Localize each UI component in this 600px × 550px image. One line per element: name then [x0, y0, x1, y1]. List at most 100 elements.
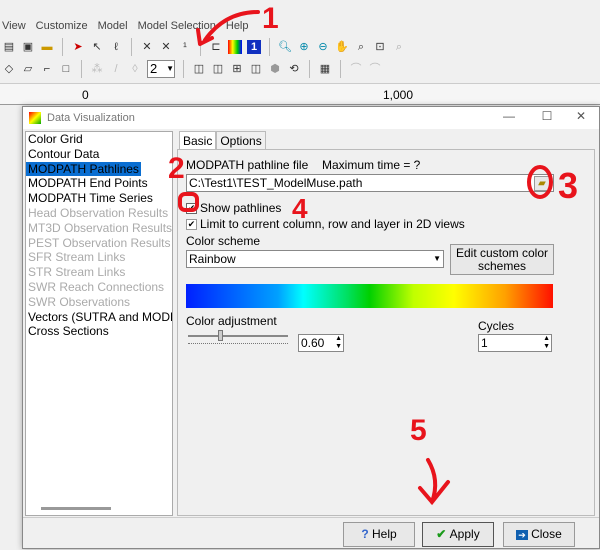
- pan-icon[interactable]: ✋: [335, 40, 349, 54]
- maximize-button[interactable]: ☐: [537, 109, 557, 123]
- list-item[interactable]: STR Stream Links: [26, 265, 172, 280]
- info-icon[interactable]: 1: [247, 40, 261, 54]
- shaded-icon[interactable]: ⬢: [268, 62, 282, 76]
- check-icon: ✔: [436, 527, 450, 541]
- close-button[interactable]: ✕: [571, 109, 591, 123]
- ruler-label: 0: [82, 88, 89, 102]
- chevron-down-icon: ▼: [433, 254, 441, 263]
- list-item[interactable]: MODPATH End Points: [26, 176, 172, 191]
- cycles-input[interactable]: 1 ▲ ▼: [478, 334, 552, 352]
- menu-customize[interactable]: Customize: [36, 20, 88, 32]
- cycles-label: Cycles: [478, 319, 515, 333]
- apply-button[interactable]: ✔ Apply: [422, 522, 494, 547]
- help-button[interactable]: ? Help: [343, 522, 415, 547]
- layer-select[interactable]: 2 ▼: [147, 60, 175, 78]
- cube2-icon[interactable]: ◫: [211, 62, 225, 76]
- polyline-icon[interactable]: ⌐: [40, 62, 54, 76]
- select-arrow-icon[interactable]: ➤: [71, 40, 85, 54]
- list-item[interactable]: SWR Observations: [26, 295, 172, 310]
- list-item[interactable]: Cross Sections: [26, 324, 172, 339]
- edit-color-schemes-button[interactable]: Edit custom color schemes: [450, 244, 554, 275]
- paste-icon[interactable]: ▣: [21, 40, 35, 54]
- show-pathlines-checkbox[interactable]: ✔: [186, 203, 197, 214]
- print-icon[interactable]: ▤: [2, 40, 16, 54]
- app-icon: [29, 112, 41, 124]
- list-item[interactable]: Vectors (SUTRA and MODF: [26, 310, 172, 325]
- menu-model[interactable]: Model: [98, 20, 128, 32]
- polygon2-icon[interactable]: ▱: [21, 62, 35, 76]
- cube-icon[interactable]: ◫: [192, 62, 206, 76]
- max-time-label: Maximum time = ?: [322, 158, 421, 172]
- shape-tool-icon[interactable]: ◊: [128, 62, 142, 76]
- list-item[interactable]: MODPATH Time Series: [26, 191, 172, 206]
- line-tool-icon[interactable]: /: [109, 62, 123, 76]
- limit-label: Limit to current column, row and layer i…: [200, 217, 465, 231]
- list-item[interactable]: Color Grid: [26, 132, 172, 147]
- select-point-icon[interactable]: ↖: [90, 40, 104, 54]
- zoom-in-icon[interactable]: ⊕: [297, 40, 311, 54]
- toolbar-2: ◇ ▱ ⌐ □ ⁂ / ◊ 2 ▼ ◫ ◫ ⊞ ◫ ⬢ ⟲ ▦ ⌒ ⌒: [0, 58, 600, 80]
- rectangle-icon[interactable]: □: [59, 62, 73, 76]
- node-icon[interactable]: ⌒: [349, 62, 363, 76]
- ruler-icon[interactable]: ▬: [40, 40, 54, 54]
- ruler-label: 1,000: [383, 88, 414, 102]
- cube3-icon[interactable]: ⊞: [230, 62, 244, 76]
- color-scheme-label: Color scheme: [186, 234, 261, 248]
- cube4-icon[interactable]: ◫: [249, 62, 263, 76]
- limit-checkbox[interactable]: ✔: [186, 219, 197, 230]
- vertex-value-icon[interactable]: ¹: [178, 40, 192, 54]
- pathline-file-input[interactable]: C:\Test1\TEST_ModelMuse.path: [186, 174, 554, 192]
- grid-tool-icon[interactable]: ⁂: [90, 62, 104, 76]
- spinner-icon[interactable]: ▲ ▼: [543, 335, 550, 351]
- color-adjustment-slider[interactable]: [188, 335, 288, 337]
- slider-ticks: [188, 343, 288, 344]
- spinner-icon[interactable]: ▲ ▼: [335, 335, 342, 351]
- zoom-icon[interactable]: 🔍︎: [278, 40, 292, 54]
- menu-bar: View Customize Model Model Selection Hel…: [0, 16, 600, 36]
- color-adjustment-input[interactable]: 0.60 ▲ ▼: [298, 334, 344, 352]
- basic-tab-body: MODPATH pathline file Maximum time = ? C…: [177, 149, 595, 516]
- move-vertex-icon[interactable]: ✕: [159, 40, 173, 54]
- color-scheme-select[interactable]: Rainbow ▼: [186, 250, 444, 268]
- slider-thumb[interactable]: [218, 330, 223, 341]
- list-item[interactable]: MODPATH Pathlines: [26, 161, 141, 177]
- title-bar: Data Visualization — ☐ ✕: [23, 107, 599, 129]
- color-scheme-preview: [186, 284, 553, 308]
- tab-options[interactable]: Options: [216, 131, 266, 150]
- exit-icon: ➔: [516, 530, 528, 540]
- button-bar: ? Help ✔ Apply ➔ Close: [23, 517, 599, 550]
- data-visualization-icon[interactable]: [228, 40, 242, 54]
- visualization-list[interactable]: Color Grid Contour Data MODPATH Pathlines M…: [25, 131, 173, 516]
- object-icon[interactable]: ⊏: [209, 40, 223, 54]
- zoom-extent-icon[interactable]: ⌕: [354, 40, 368, 54]
- list-item[interactable]: PEST Observation Results: [26, 236, 172, 251]
- ruler: 0 1,000: [0, 83, 600, 105]
- dialog-title: Data Visualization: [47, 112, 135, 124]
- list-item[interactable]: Head Observation Results: [26, 206, 172, 221]
- rotate-icon[interactable]: ⟲: [287, 62, 301, 76]
- lasso-icon[interactable]: ℓ: [109, 40, 123, 54]
- list-scrollbar[interactable]: [41, 507, 111, 510]
- tab-basic[interactable]: Basic: [179, 131, 217, 150]
- list-item[interactable]: Contour Data: [26, 147, 172, 162]
- zoom-out-icon[interactable]: ⊖: [316, 40, 330, 54]
- list-item[interactable]: SFR Stream Links: [26, 250, 172, 265]
- list-item[interactable]: SWR Reach Connections: [26, 280, 172, 295]
- pathline-file-label: MODPATH pathline file: [186, 158, 309, 172]
- polygon-icon[interactable]: ◇: [2, 62, 16, 76]
- menu-help[interactable]: Help: [226, 20, 249, 32]
- close-dialog-button[interactable]: ➔ Close: [503, 522, 575, 547]
- toolbar-1: ▤ ▣ ▬ ➤ ↖ ℓ ✕ ✕ ¹ ⊏ 1 🔍︎ ⊕ ⊖ ✋ ⌕ ⊡ ⌕: [0, 36, 600, 58]
- help-icon: ?: [361, 527, 372, 541]
- menu-model-selection[interactable]: Model Selection: [138, 20, 216, 32]
- add-vertex-icon[interactable]: ✕: [140, 40, 154, 54]
- zoom-all-icon[interactable]: ⊡: [373, 40, 387, 54]
- minimize-button[interactable]: —: [499, 109, 519, 123]
- grid-icon[interactable]: ▦: [318, 62, 332, 76]
- zoom-previous-icon[interactable]: ⌕: [392, 40, 406, 54]
- settings-panel: Basic Options MODPATH pathline file Maxi…: [175, 131, 597, 516]
- menu-view[interactable]: View: [2, 20, 26, 32]
- browse-button[interactable]: ▰: [534, 176, 550, 191]
- list-item[interactable]: MT3D Observation Results: [26, 221, 172, 236]
- node2-icon[interactable]: ⌒: [368, 62, 382, 76]
